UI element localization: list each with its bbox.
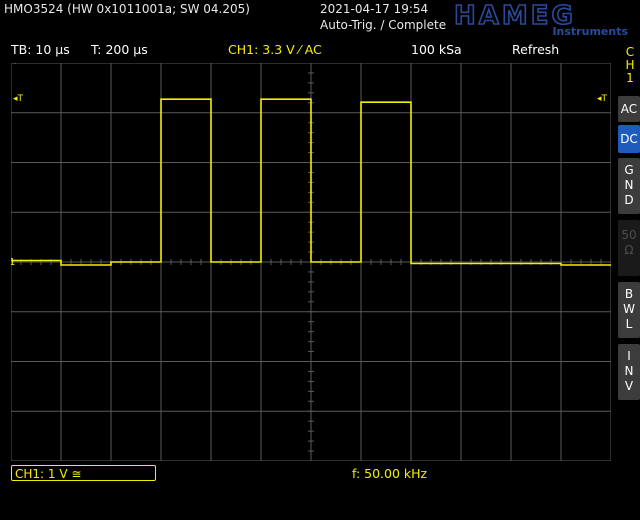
device-info: HMO3524 (HW 0x1011001a; SW 04.205) <box>4 2 250 16</box>
channel-setting[interactable]: CH1: 3.3 V ⁄ AC <box>228 42 322 57</box>
timebase[interactable]: TB: 10 µs <box>11 42 70 57</box>
coupling-dc-button[interactable]: DC <box>618 125 640 153</box>
brand-subtext: Instruments <box>552 25 628 36</box>
waveform-trace <box>11 98 611 266</box>
channel-info-box[interactable]: CH1: 1 V ≅ <box>11 465 156 481</box>
hameg-logo: HAMEG Instruments <box>453 2 628 36</box>
datetime: 2021-04-17 19:54 <box>320 2 429 16</box>
invert-button[interactable]: I N V <box>618 344 640 400</box>
ch1-trace <box>11 98 611 266</box>
coupling-gnd-button[interactable]: G N D <box>618 158 640 214</box>
scope-display: ◂T ◂T 1 <box>11 63 611 461</box>
trigger-marker-left: ◂T <box>13 94 24 104</box>
acquisition-mode[interactable]: Refresh <box>512 42 559 57</box>
coupling-ac-button[interactable]: AC <box>618 96 640 122</box>
frequency-readout: f: 50.00 kHz <box>352 466 428 481</box>
ch1-reference-marker: 1 <box>11 257 15 268</box>
trigger-time[interactable]: T: 200 µs <box>91 42 148 57</box>
trigger-marker-right: ◂T <box>597 94 608 104</box>
ch-letter: 1 <box>626 71 634 85</box>
sample-rate: 100 kSa <box>411 42 462 57</box>
impedance-50-ohm-button[interactable]: 50 Ω <box>618 220 640 276</box>
side-channel-label: C H 1 <box>622 46 638 85</box>
bandwidth-limit-button[interactable]: B W L <box>618 282 640 338</box>
trigger-status: Auto-Trig. / Complete <box>320 18 447 32</box>
